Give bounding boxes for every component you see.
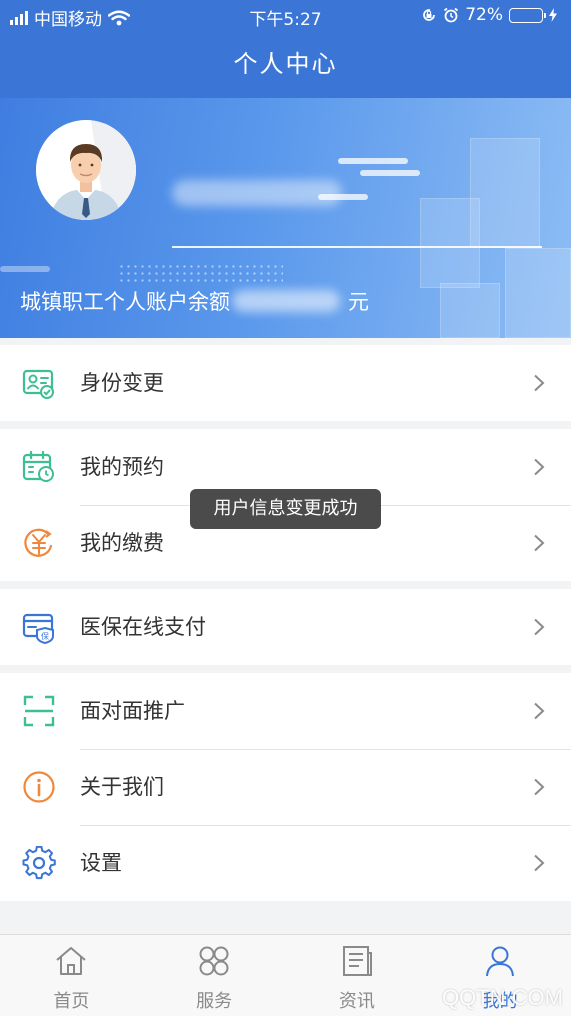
chevron-right-icon (534, 618, 545, 636)
menu-group: 面对面推广 关于我们 设置 (0, 673, 571, 901)
status-bar: 中国移动 下午5:27 72% (0, 0, 571, 32)
menu-item-online-insurance-payment[interactable]: 保 医保在线支付 (0, 589, 571, 665)
decor-cloud (360, 170, 420, 176)
menu-item-label: 我的缴费 (80, 531, 164, 555)
menu-item-face-to-face-promotion[interactable]: 面对面推广 (0, 673, 571, 749)
menu-item-identity-change[interactable]: 身份变更 (0, 345, 571, 421)
chevron-right-icon (534, 778, 545, 796)
chevron-right-icon (534, 374, 545, 392)
battery-icon (509, 7, 546, 23)
watermark: QQTN.COM (442, 985, 563, 1010)
decor-cube (420, 198, 480, 288)
charging-icon (549, 8, 557, 22)
user-avatar-icon (36, 120, 136, 220)
chevron-right-icon (534, 458, 545, 476)
tab-label: 资讯 (338, 991, 375, 1012)
toast-message: 用户信息变更成功 (190, 489, 381, 529)
menu-item-label: 面对面推广 (80, 699, 185, 723)
decor-cloud (338, 158, 408, 164)
person-icon (485, 946, 514, 977)
scan-frame-icon (23, 695, 55, 727)
balance-label: 城镇职工个人账户余额 (20, 290, 230, 314)
decor-dots (118, 263, 283, 283)
decor-cube (440, 283, 500, 338)
yuan-payment-icon (24, 528, 53, 557)
menu-item-label: 设置 (80, 851, 122, 875)
decor-cloud (0, 266, 50, 272)
menu-item-label: 医保在线支付 (80, 615, 206, 639)
balance-amount-blurred (232, 290, 340, 312)
banner-divider (172, 246, 542, 248)
balance-unit: 元 (348, 290, 369, 314)
profile-banner: 城镇职工个人账户余额 元 (0, 98, 571, 338)
gear-icon (22, 846, 56, 880)
menu-item-label: 关于我们 (80, 775, 164, 799)
news-icon (342, 946, 372, 976)
svg-text:保: 保 (41, 631, 49, 641)
chevron-right-icon (534, 702, 545, 720)
menu-item-label: 我的预约 (80, 455, 164, 479)
rotation-lock-icon (423, 9, 436, 21)
grid-icon (199, 946, 229, 976)
chevron-right-icon (534, 854, 545, 872)
calendar-clock-icon (22, 450, 54, 482)
menu-item-label: 身份变更 (80, 371, 164, 395)
tab-home[interactable]: 首页 (0, 935, 143, 1016)
page-title: 个人中心 (233, 50, 338, 78)
tab-label: 服务 (196, 991, 233, 1012)
nav-bar: 个人中心 (0, 32, 571, 98)
menu-group: 身份变更 (0, 345, 571, 421)
insurance-card-icon: 保 (22, 613, 54, 644)
id-card-check-icon (22, 369, 54, 399)
decor-cube (470, 138, 540, 248)
decor-cube (505, 248, 571, 338)
menu-item-about-us[interactable]: 关于我们 (0, 749, 571, 825)
tab-services[interactable]: 服务 (143, 935, 286, 1016)
info-icon (23, 771, 55, 803)
home-icon (56, 947, 87, 975)
alarm-icon (444, 7, 459, 23)
chevron-right-icon (534, 534, 545, 552)
account-balance: 城镇职工个人账户余额 元 (20, 286, 369, 316)
menu-item-settings[interactable]: 设置 (0, 825, 571, 901)
battery-percent: 72% (465, 5, 503, 25)
tab-news[interactable]: 资讯 (286, 935, 429, 1016)
tab-label: 首页 (53, 991, 90, 1012)
user-name-blurred (172, 180, 342, 206)
menu-group: 保 医保在线支付 (0, 589, 571, 665)
avatar[interactable] (36, 120, 136, 220)
